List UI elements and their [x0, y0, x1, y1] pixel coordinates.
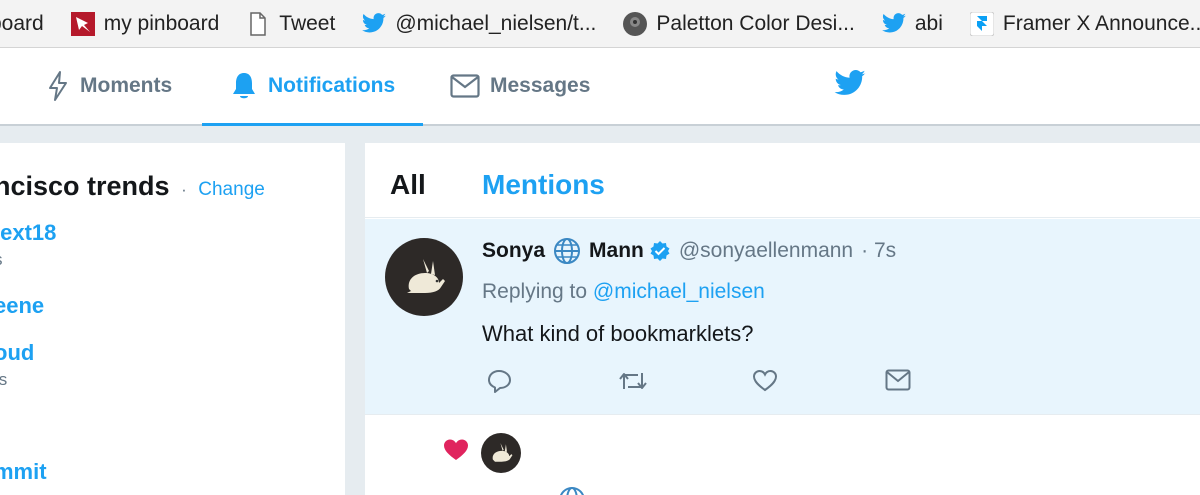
framer-icon: [969, 11, 995, 37]
bookmark-paletton[interactable]: Paletton Color Desi...: [622, 11, 855, 37]
tweet-timestamp[interactable]: · 7s: [861, 239, 896, 263]
tab-notifications[interactable]: Notifications: [202, 48, 423, 126]
tab-moments-label: Moments: [80, 74, 173, 97]
liked-heart-icon: [443, 438, 469, 467]
trend-count: s: [0, 250, 56, 270]
tweet-handle[interactable]: @sonyaellenmann: [679, 239, 853, 263]
replying-to: Replying to @michael_nielsen: [482, 280, 765, 304]
trend-item[interactable]: eene: [0, 293, 44, 319]
trend-item[interactable]: lext18 s: [0, 220, 56, 270]
lightning-icon: [46, 70, 70, 102]
tab-moments[interactable]: Moments: [46, 48, 172, 124]
tab-messages-label: Messages: [490, 74, 591, 97]
rabbit-icon: [492, 443, 513, 462]
envelope-icon: [450, 74, 480, 98]
tweet[interactable]: Sonya Mann @sonyaellenmann · 7s Replying…: [365, 219, 1200, 415]
bookmark-label: board: [0, 11, 44, 35]
avatar[interactable]: [385, 238, 463, 316]
globe-icon: [558, 486, 586, 495]
trend-name: oud: [0, 340, 35, 365]
replying-prefix: Replying to: [482, 280, 588, 303]
bookmark-label: Tweet: [279, 11, 336, 35]
bell-icon: [230, 71, 258, 101]
trend-name: lext18: [0, 220, 57, 245]
bookmark-label: my pinboard: [103, 11, 220, 35]
like-notification[interactable]: [365, 428, 1200, 495]
bookmarks-bar: board my pinboard Tweet @michael_nielsen…: [0, 0, 1200, 48]
rabbit-icon: [407, 259, 445, 293]
globe-icon: [553, 237, 581, 265]
bookmark-board[interactable]: board: [0, 12, 44, 36]
tweet-header: Sonya Mann @sonyaellenmann · 7s: [482, 237, 896, 265]
bookmark-michael-nielsen[interactable]: @michael_nielsen/t...: [361, 11, 596, 37]
trend-item[interactable]: mmit: [0, 459, 47, 485]
trend-name: eene: [0, 293, 45, 318]
avatar[interactable]: [481, 433, 521, 473]
trends-title: ncisco trends: [0, 171, 170, 201]
bookmark-label: @michael_nielsen/t...: [395, 11, 597, 35]
trend-count: ts: [0, 370, 8, 389]
tweet-author-first[interactable]: Sonya: [482, 239, 545, 263]
trend-item[interactable]: oud ts: [0, 340, 34, 390]
document-icon: [245, 11, 271, 37]
twitter-bird-icon: [881, 11, 907, 37]
trends-change-link[interactable]: Change: [198, 179, 265, 200]
replying-to-link[interactable]: @michael_nielsen: [593, 280, 765, 303]
paletton-icon: [622, 11, 648, 37]
trends-panel: ncisco trends · Change lext18 s eene oud…: [0, 143, 345, 495]
trend-name: mmit: [0, 459, 47, 484]
bookmark-my-pinboard[interactable]: my pinboard: [70, 11, 220, 37]
pinboard-icon: [70, 11, 96, 37]
verified-badge-icon: [649, 240, 671, 262]
bookmark-abi[interactable]: abi: [881, 11, 943, 37]
bookmark-tweet[interactable]: Tweet: [245, 11, 335, 37]
notifications-subtabs: All Mentions: [365, 143, 1200, 218]
trends-header: ncisco trends · Change: [0, 171, 265, 202]
trends-separator: ·: [181, 180, 187, 199]
twitter-bird-icon: [361, 11, 387, 37]
tab-all[interactable]: All: [390, 169, 426, 201]
reply-icon[interactable]: [487, 369, 513, 393]
heart-icon[interactable]: [752, 369, 778, 393]
direct-message-icon[interactable]: [885, 369, 911, 391]
bookmark-label: abi: [914, 11, 943, 35]
tweet-author-last[interactable]: Mann: [589, 239, 644, 263]
retweet-icon[interactable]: [618, 369, 648, 393]
tab-messages[interactable]: Messages: [450, 48, 590, 124]
notifications-column: All Mentions Sonya Mann @sonyaellenmann …: [365, 143, 1200, 495]
twitter-top-nav: Moments Notifications Messages: [0, 48, 1200, 126]
bookmark-framer[interactable]: Framer X Announce...: [969, 11, 1200, 37]
tab-notifications-label: Notifications: [268, 74, 396, 97]
tweet-text: What kind of bookmarklets?: [482, 321, 754, 346]
twitter-logo-icon[interactable]: [833, 70, 867, 103]
tab-mentions[interactable]: Mentions: [482, 169, 605, 201]
bookmark-label: Framer X Announce...: [1002, 11, 1200, 35]
bookmark-label: Paletton Color Desi...: [656, 11, 855, 35]
